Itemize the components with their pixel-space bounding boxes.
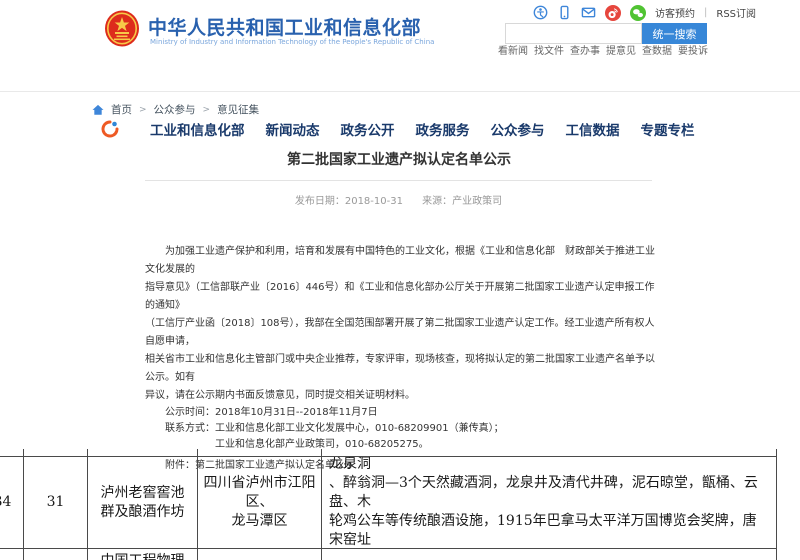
table-cell bbox=[322, 449, 777, 457]
quick-link-news[interactable]: 看新闻 bbox=[498, 42, 528, 57]
table-cell-core-items: 明万历年间4口和清代1615口酿酒窖池，16处酿酒古作坊，纯阳洞、龙泉洞 、醉翁… bbox=[322, 457, 777, 549]
publicity-period-line: 公示时间：2018年10月31日--2018年11月7日 bbox=[145, 405, 657, 421]
table-cell-number: 31 bbox=[24, 457, 88, 549]
table-cell bbox=[0, 449, 24, 457]
mobile-icon[interactable] bbox=[557, 5, 572, 20]
main-navbar: 工业和信息化部 新闻动态 政务公开 政务服务 公众参与 工信数据 专题专栏 bbox=[0, 56, 800, 91]
breadcrumb-home[interactable]: 首页 bbox=[111, 102, 132, 117]
article-meta: 发布日期：2018-10-31 来源：产业政策司 bbox=[145, 192, 652, 207]
quick-links: 看新闻 找文件 查办事 提意见 查数据 要投诉 bbox=[498, 42, 708, 57]
article-body: 为加强工业遗产保护和利用，培育和发展有中国特色的工业文化，根据《工业和信息化部 … bbox=[145, 243, 657, 474]
national-emblem-logo bbox=[104, 9, 140, 48]
table-cell bbox=[322, 549, 777, 560]
breadcrumb-separator: > bbox=[139, 105, 147, 115]
home-icon[interactable] bbox=[92, 104, 104, 116]
unified-search-input[interactable] bbox=[505, 23, 642, 44]
nav-item-public-participation[interactable]: 公众参与 bbox=[491, 119, 545, 139]
quick-link-complaints[interactable]: 要投诉 bbox=[678, 42, 708, 57]
nav-item-news[interactable]: 新闻动态 bbox=[266, 119, 320, 139]
visitor-appointment-link[interactable]: 访客预约 bbox=[655, 5, 695, 20]
publish-date: 发布日期：2018-10-31 bbox=[295, 196, 403, 207]
accessibility-icon[interactable] bbox=[533, 5, 548, 20]
table-cell-heritage-name: 泸州老窖窖池 群及酿酒作坊 bbox=[88, 457, 198, 549]
table-cell bbox=[0, 549, 24, 560]
miit-e-logo-icon[interactable] bbox=[100, 119, 120, 139]
nav-item-gov-affairs[interactable]: 政务公开 bbox=[341, 119, 395, 139]
rss-subscribe-link[interactable]: RSS订阅 bbox=[716, 5, 756, 20]
unified-search-button[interactable]: 统一搜索 bbox=[642, 23, 707, 44]
topbar-divider: | bbox=[704, 7, 707, 18]
wechat-icon[interactable] bbox=[630, 5, 646, 21]
ministry-title[interactable]: 中华人民共和国工业和信息化部 bbox=[148, 13, 421, 40]
nav-item-industry-data[interactable]: 工信数据 bbox=[566, 119, 620, 139]
quick-link-data[interactable]: 查数据 bbox=[642, 42, 672, 57]
topbar: 访客预约 | RSS订阅 bbox=[533, 4, 756, 21]
breadcrumb-opinion-solicitation[interactable]: 意见征集 bbox=[217, 102, 259, 117]
mail-icon[interactable] bbox=[581, 5, 596, 20]
table-cell bbox=[198, 449, 322, 457]
quick-link-suggestions[interactable]: 提意见 bbox=[606, 42, 636, 57]
nav-item-miit[interactable]: 工业和信息化部 bbox=[150, 119, 245, 139]
breadcrumb-separator: > bbox=[203, 105, 211, 115]
nav-item-special-topics[interactable]: 专题专栏 bbox=[641, 119, 695, 139]
ministry-title-english: Ministry of Industry and Information Tec… bbox=[150, 38, 434, 46]
table-cell bbox=[24, 549, 88, 560]
quick-link-services[interactable]: 查办事 bbox=[570, 42, 600, 57]
nav-item-gov-services[interactable]: 政务服务 bbox=[416, 119, 470, 139]
table-cell-heritage-name: 中国工程物理 bbox=[88, 549, 198, 560]
table-cell bbox=[198, 549, 322, 560]
article-paragraph: 为加强工业遗产保护和利用，培育和发展有中国特色的工业文化，根据《工业和信息化部 … bbox=[145, 243, 657, 405]
contact-line-1: 联系方式：工业和信息化部工业文化发展中心，010-68209901（兼传真）； bbox=[145, 421, 657, 437]
weibo-icon[interactable] bbox=[605, 5, 621, 21]
article-source: 来源：产业政策司 bbox=[422, 196, 502, 207]
table-cell bbox=[88, 449, 198, 457]
breadcrumb: 首页 > 公众参与 > 意见征集 bbox=[92, 102, 259, 117]
table-cell-index: 34 bbox=[0, 457, 24, 549]
table-cell-location: 四川省泸州市江阳区、 龙马潭区 bbox=[198, 457, 322, 549]
article-title: 第二批国家工业遗产拟认定名单公示 bbox=[145, 149, 653, 169]
breadcrumb-public-participation[interactable]: 公众参与 bbox=[154, 102, 196, 117]
title-divider bbox=[145, 180, 652, 181]
heritage-list-table: 34 31 泸州老窖窖池 群及酿酒作坊 四川省泸州市江阳区、 龙马潭区 明万历年… bbox=[0, 449, 777, 560]
table-cell bbox=[24, 449, 88, 457]
page: 中华人民共和国工业和信息化部 Ministry of Industry and … bbox=[0, 0, 800, 560]
quick-link-files[interactable]: 找文件 bbox=[534, 42, 564, 57]
nav-divider bbox=[0, 91, 800, 92]
